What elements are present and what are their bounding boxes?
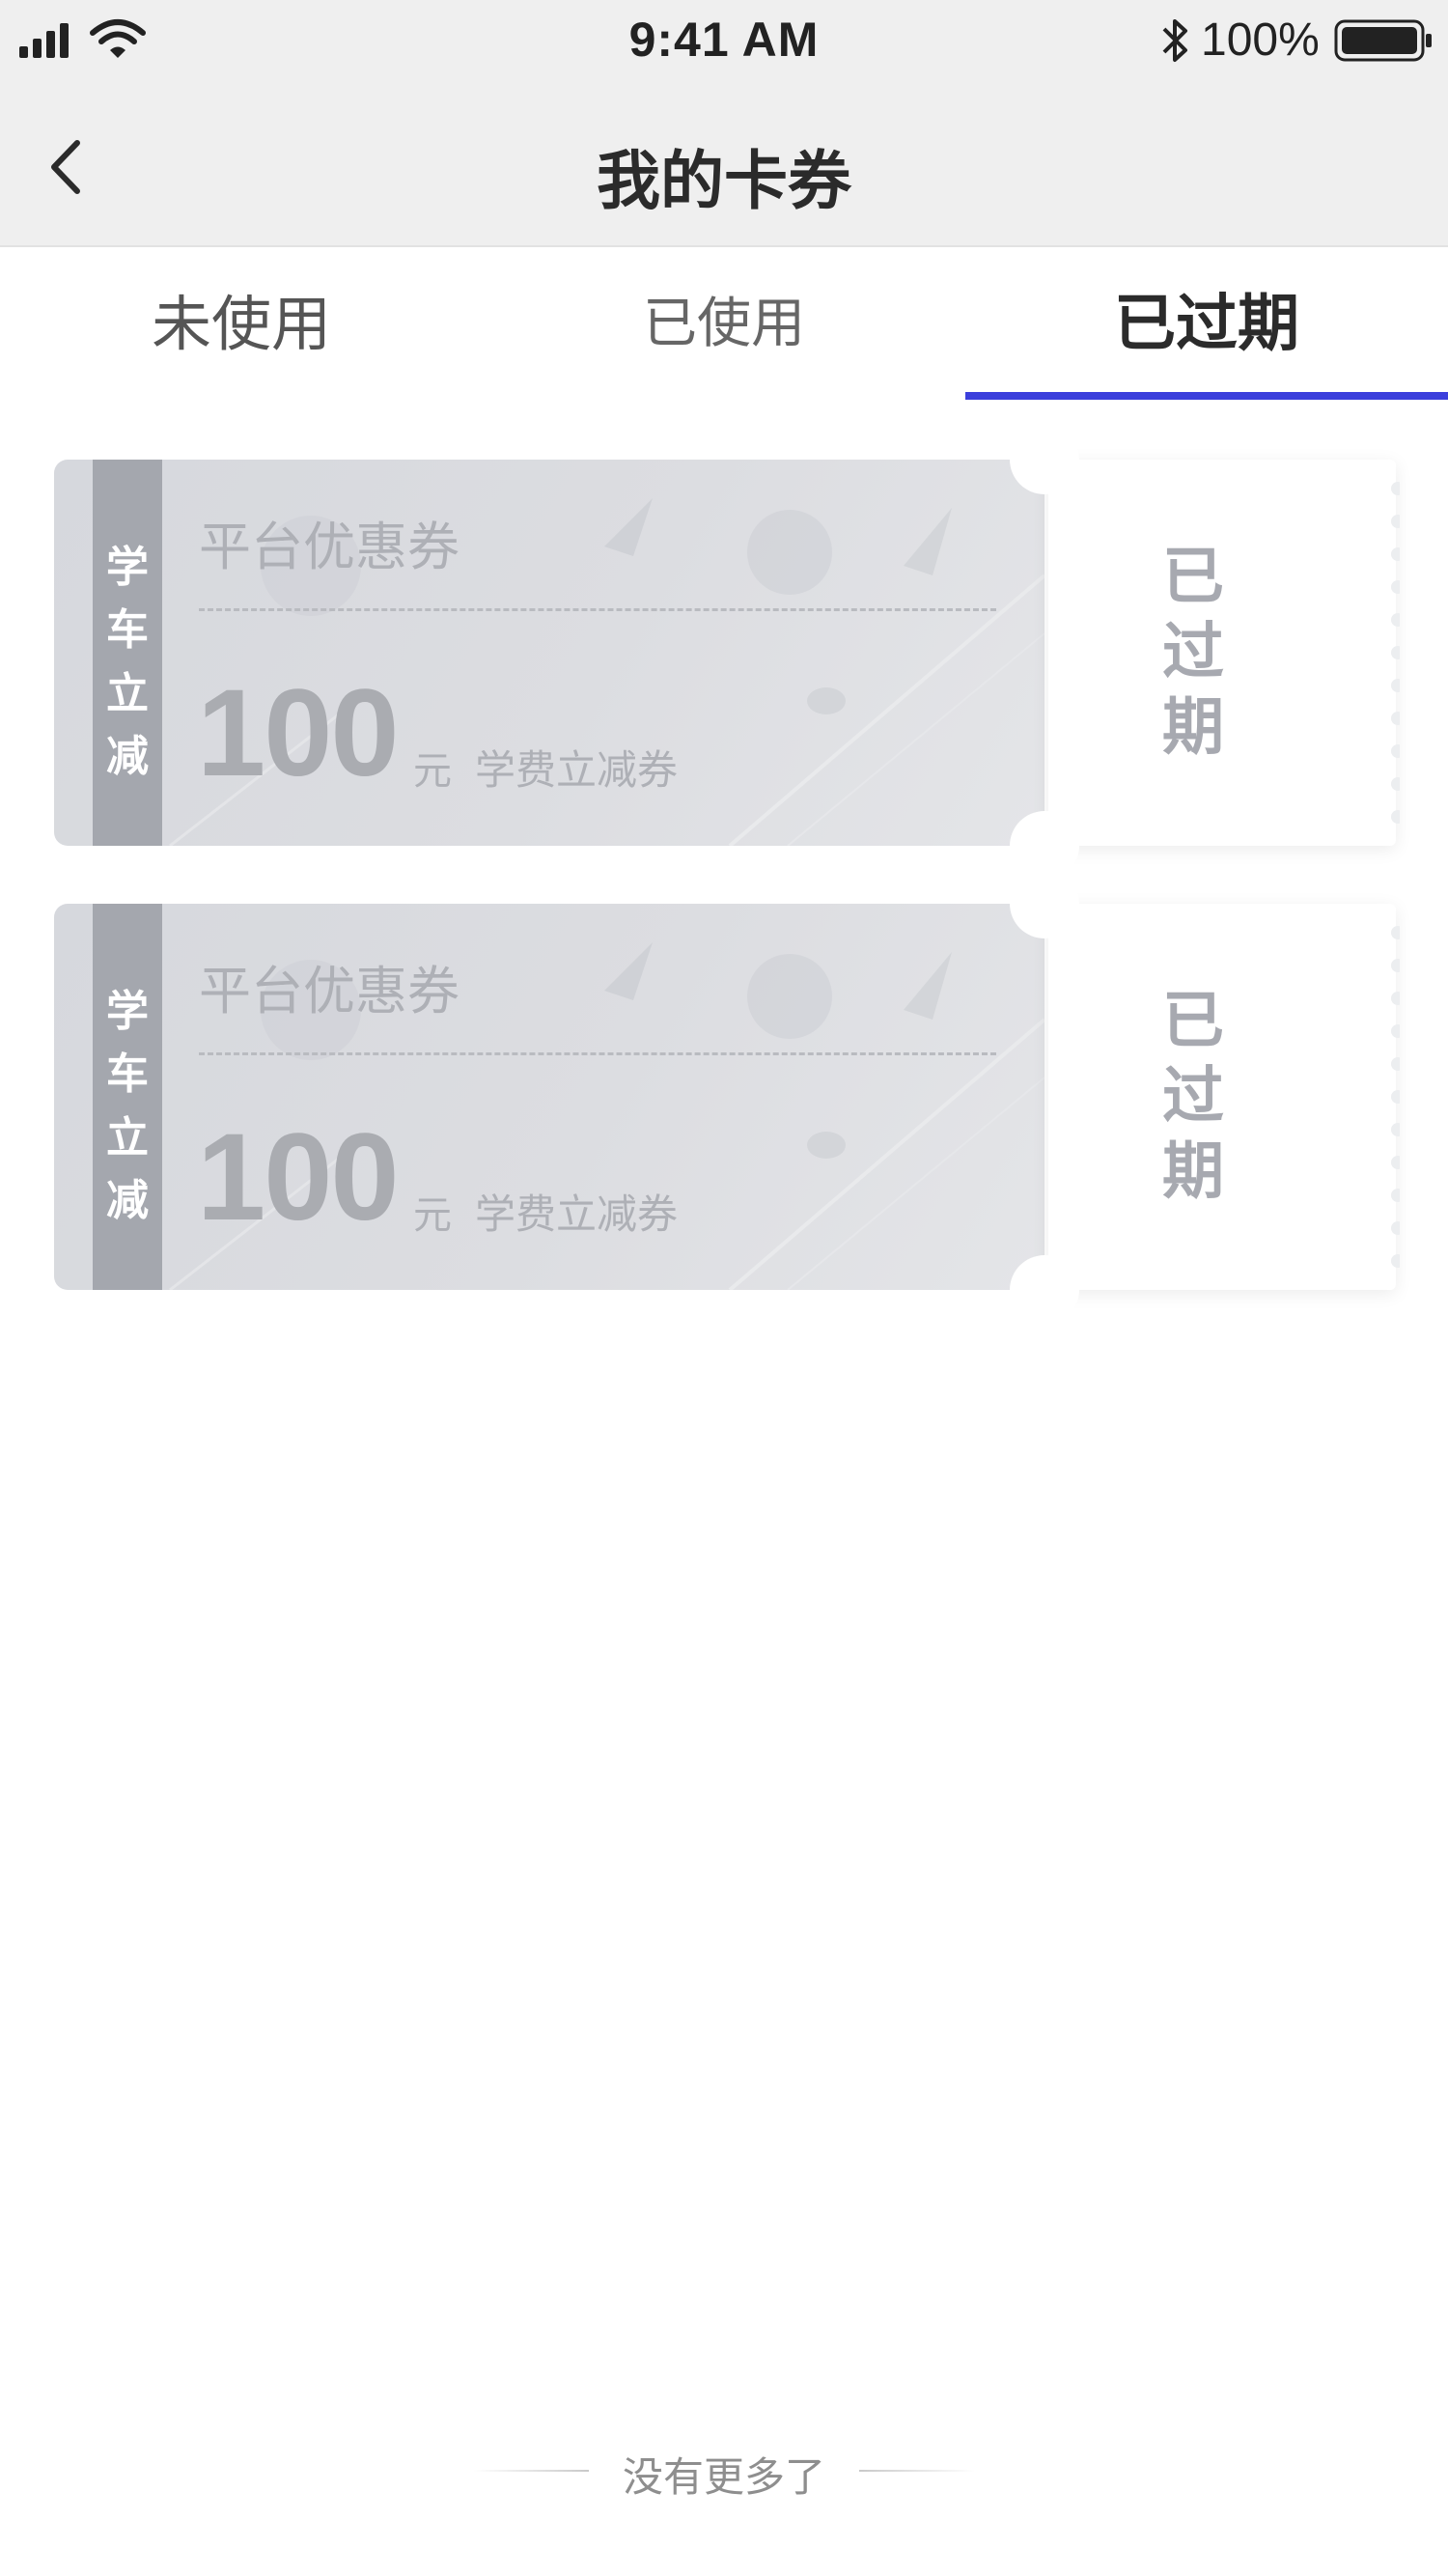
coupon-unit: 元 <box>413 749 452 794</box>
footer-divider-right <box>859 2470 975 2472</box>
strip-char: 减 <box>106 1175 149 1225</box>
stamp-char: 期 <box>1162 692 1224 764</box>
strip-char: 立 <box>106 668 149 718</box>
footer-divider-left <box>473 2470 589 2472</box>
ticket-notch <box>1010 1255 1079 1325</box>
stamp-char: 过 <box>1162 617 1224 688</box>
coupon-stub: 已 过 期 <box>1048 460 1400 846</box>
ticket-notch <box>1010 869 1079 938</box>
coupon-body: 学 车 立 减 平台优惠券 100 元 学费立减券 <box>54 460 1044 846</box>
bluetooth-icon <box>1162 19 1187 62</box>
coupon-body: 学 车 立 减 平台优惠券 100 元 学费立减券 <box>54 904 1044 1290</box>
coupon-description: 学费立减券 <box>475 746 679 794</box>
stamp-char: 过 <box>1162 1061 1224 1133</box>
strip-char: 学 <box>106 543 149 592</box>
tab-unused[interactable]: 未使用 <box>0 247 483 402</box>
strip-char: 车 <box>106 1050 149 1100</box>
coupon-strip-label: 学 车 立 减 <box>93 991 162 1222</box>
tab-used[interactable]: 已使用 <box>483 247 965 402</box>
coupon-amount: 100 <box>197 664 400 802</box>
ticket-notch <box>1010 425 1079 494</box>
stamp-char: 期 <box>1162 1136 1224 1208</box>
strip-char: 学 <box>106 987 149 1036</box>
serrated-edge <box>1391 926 1400 1268</box>
coupon-unit: 元 <box>413 1193 452 1238</box>
nav-bar: 我的卡券 <box>0 85 1448 247</box>
expired-stamp: 已 过 期 <box>1048 546 1338 759</box>
stamp-char: 已 <box>1162 986 1224 1057</box>
strip-char: 车 <box>106 605 149 656</box>
coupon-card[interactable]: 学 车 立 减 平台优惠券 100 元 学费立减券 已 过 期 <box>54 425 1400 881</box>
strip-char: 立 <box>106 1112 149 1162</box>
coupon-type: 平台优惠券 <box>199 961 459 1022</box>
coupon-divider <box>199 608 996 611</box>
serrated-edge <box>1391 482 1400 824</box>
battery-icon <box>1334 19 1432 62</box>
active-tab-indicator <box>965 392 1448 400</box>
battery-percentage: 100% <box>1201 14 1320 66</box>
coupon-type: 平台优惠券 <box>199 517 459 577</box>
stamp-char: 已 <box>1162 542 1224 613</box>
coupon-stub: 已 过 期 <box>1048 904 1400 1290</box>
coupon-divider <box>199 1052 996 1055</box>
strip-char: 减 <box>106 731 149 781</box>
coupon-strip-label: 学 车 立 减 <box>93 546 162 778</box>
coupon-description: 学费立减券 <box>475 1190 679 1238</box>
expired-stamp: 已 过 期 <box>1048 991 1338 1203</box>
coupon-amount: 100 <box>197 1108 400 1246</box>
tab-expired[interactable]: 已过期 <box>965 247 1448 402</box>
coupon-card[interactable]: 学 车 立 减 平台优惠券 100 元 学费立减券 已 过 期 <box>54 869 1400 1325</box>
screen: 9:41 AM 100% 我的卡券 未使用 已使用 已过期 学 车 立 减 平台… <box>0 0 1448 2576</box>
page-title: 我的卡券 <box>597 144 851 218</box>
tab-bar: 未使用 已使用 已过期 <box>0 247 1448 402</box>
status-bar: 9:41 AM 100% <box>0 0 1448 85</box>
no-more-label: 没有更多了 <box>622 2453 825 2501</box>
